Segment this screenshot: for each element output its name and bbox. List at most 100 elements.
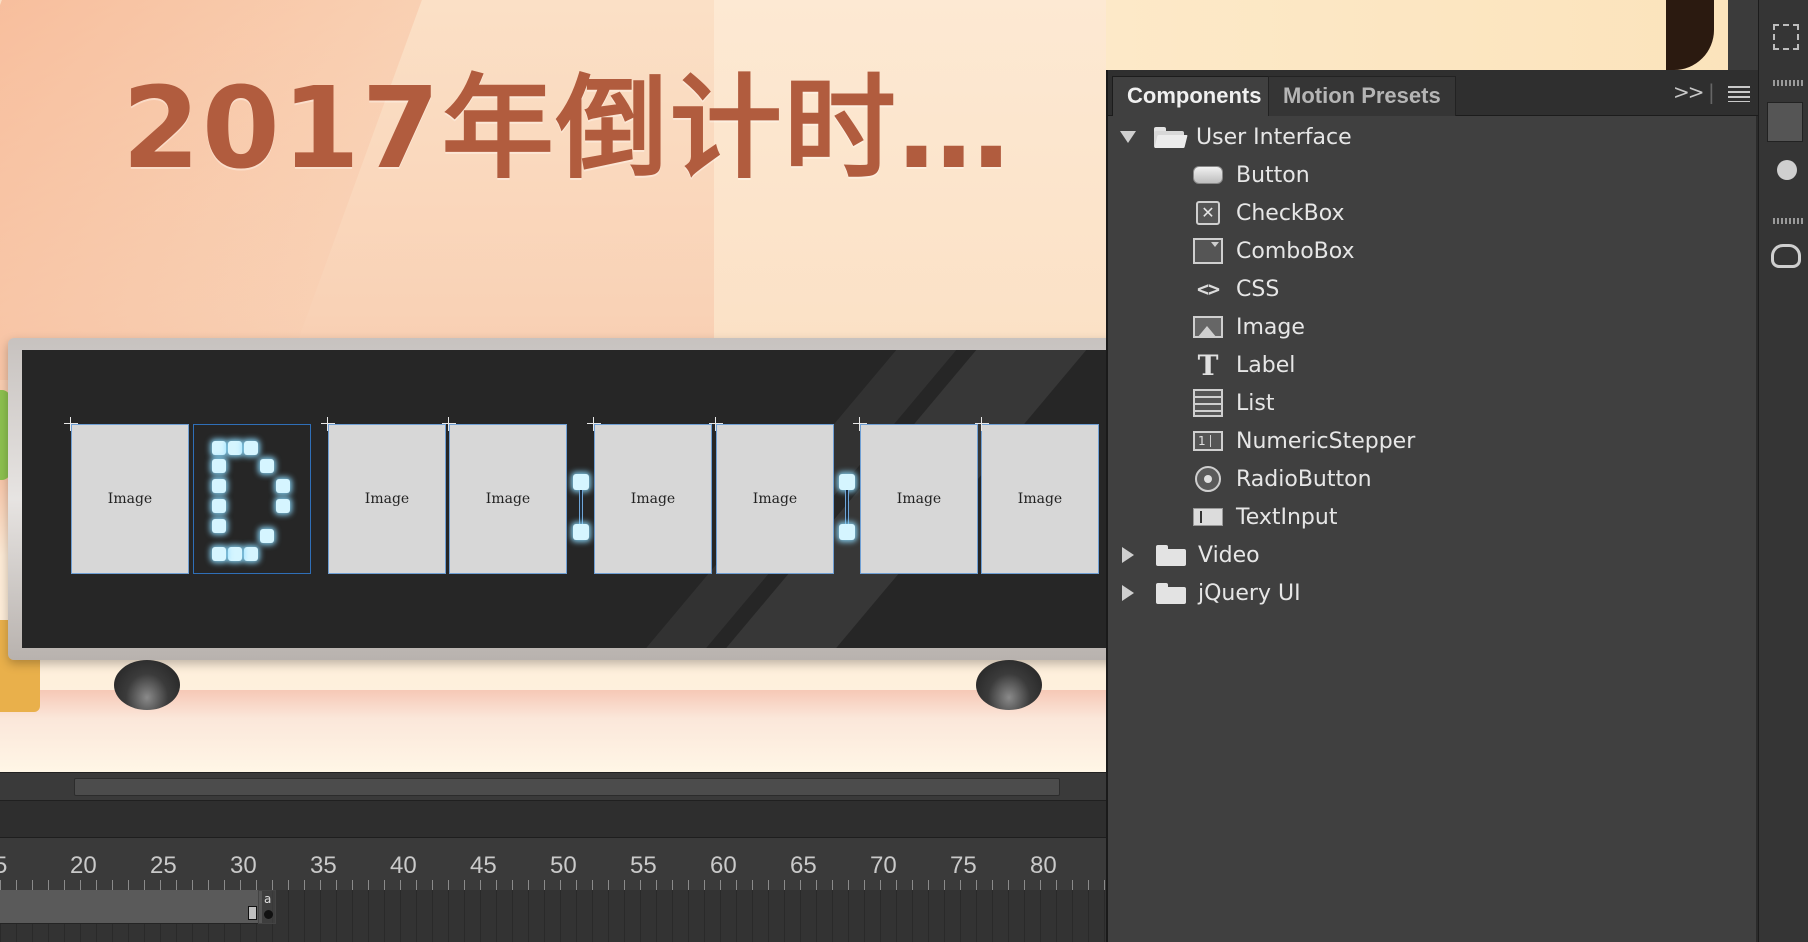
- ruler-label: 35: [310, 852, 337, 879]
- tree-folder-user-interface[interactable]: User Interface: [1120, 120, 1352, 154]
- registration-mark: [587, 417, 601, 431]
- component-label: List: [1236, 390, 1275, 416]
- digit-image-1[interactable]: Image: [71, 424, 189, 574]
- ruler-label: 40: [390, 852, 417, 879]
- component-css[interactable]: <> CSS: [1192, 272, 1279, 306]
- motion-presets-icon[interactable]: [1777, 160, 1797, 180]
- component-label: CheckBox: [1236, 200, 1345, 226]
- collapse-arrow-icon[interactable]: [1122, 547, 1134, 563]
- stage-horizontal-scrollbar[interactable]: [0, 772, 1106, 800]
- timeline-ruler[interactable]: 5 20 25 30 35 40 45 50 55 60 65 70 75 80: [0, 838, 1106, 890]
- component-checkbox[interactable]: ✕ CheckBox: [1192, 196, 1345, 230]
- digit-image-4[interactable]: Image: [449, 424, 567, 574]
- ruler-label: 60: [710, 852, 737, 879]
- cc-libraries-icon[interactable]: [1771, 244, 1801, 268]
- component-numeric-stepper[interactable]: 1 NumericStepper: [1192, 424, 1415, 458]
- led-dot: [212, 459, 226, 473]
- led-dot: [573, 474, 589, 490]
- expand-arrow-icon[interactable]: [1120, 131, 1136, 143]
- ruler-ticks: [0, 880, 1106, 890]
- digit-image-5[interactable]: Image: [594, 424, 712, 574]
- image-icon: [1192, 314, 1224, 340]
- panel-grip-icon: |: [1708, 80, 1715, 104]
- led-dot: [839, 474, 855, 490]
- combobox-icon: [1192, 238, 1224, 264]
- digit-image-6[interactable]: Image: [716, 424, 834, 574]
- led-dot: [244, 441, 258, 455]
- tab-motion-presets[interactable]: Motion Presets: [1268, 76, 1456, 116]
- stage-canvas[interactable]: 2017年倒计时… Image Image Image Image Image …: [0, 0, 1106, 772]
- end-frame-marker[interactable]: [248, 906, 257, 920]
- colon-bar: [579, 490, 583, 526]
- transform-tool-icon[interactable]: [1773, 24, 1799, 50]
- colon-separator-1[interactable]: [571, 474, 591, 542]
- ruler-label: 20: [70, 852, 97, 879]
- ruler-label: 65: [790, 852, 817, 879]
- action-marker: a: [264, 892, 272, 906]
- image-placeholder-label: Image: [752, 491, 798, 507]
- component-label: CSS: [1236, 276, 1280, 302]
- component-label: Image: [1236, 314, 1305, 340]
- image-placeholder-label: Image: [107, 491, 153, 507]
- button-icon: [1192, 162, 1224, 188]
- registration-mark: [975, 417, 989, 431]
- panel-grip[interactable]: [1773, 80, 1803, 86]
- image-placeholder-label: Image: [896, 491, 942, 507]
- css-icon: <>: [1196, 277, 1220, 301]
- registration-mark: [853, 417, 867, 431]
- led-dot: [276, 479, 290, 493]
- led-dot: [212, 479, 226, 493]
- panel-edge: [1728, 0, 1758, 70]
- led-dot: [212, 547, 226, 561]
- tree-folder-video[interactable]: Video: [1120, 538, 1260, 572]
- radio-button-icon: [1192, 466, 1224, 492]
- image-placeholder-label: Image: [485, 491, 531, 507]
- component-button[interactable]: Button: [1192, 158, 1310, 192]
- tree-folder-jquery-ui[interactable]: jQuery UI: [1120, 576, 1301, 610]
- components-panel: Components Motion Presets >> | User Inte…: [1106, 70, 1758, 942]
- digit-image-3[interactable]: Image: [328, 424, 446, 574]
- component-label: TextInput: [1236, 504, 1338, 530]
- digit-image-8[interactable]: Image: [981, 424, 1099, 574]
- image-placeholder-label: Image: [364, 491, 410, 507]
- board-wheel-left: [114, 660, 180, 710]
- component-label: Label: [1236, 352, 1296, 378]
- component-radio-button[interactable]: RadioButton: [1192, 462, 1372, 496]
- folder-icon: [1156, 582, 1186, 604]
- components-panel-icon[interactable]: [1767, 102, 1803, 142]
- panel-grip[interactable]: [1773, 218, 1803, 224]
- led-dot: [573, 524, 589, 540]
- folder-icon: [1156, 544, 1186, 566]
- digit-image-selected[interactable]: [193, 424, 311, 574]
- panel-tab-bar: Components Motion Presets >> |: [1108, 70, 1758, 116]
- collapse-arrow-icon[interactable]: [1122, 585, 1134, 601]
- tab-components[interactable]: Components: [1112, 76, 1277, 116]
- component-text-input[interactable]: TextInput: [1192, 500, 1337, 534]
- timeline-frames[interactable]: a: [0, 890, 1106, 942]
- led-dot: [276, 499, 290, 513]
- colon-separator-2[interactable]: [837, 474, 857, 542]
- led-dot: [228, 441, 242, 455]
- keyframe-dot[interactable]: [264, 910, 273, 919]
- ruler-label: 25: [150, 852, 177, 879]
- checkbox-icon: ✕: [1192, 200, 1224, 226]
- registration-mark: [321, 417, 335, 431]
- component-list[interactable]: List: [1192, 386, 1274, 420]
- ruler-label: 5: [0, 852, 8, 879]
- frame-span[interactable]: [0, 890, 262, 924]
- panel-menu-icon[interactable]: [1728, 86, 1750, 102]
- open-folder-icon: [1154, 126, 1188, 148]
- decoration-dark: [1666, 0, 1714, 70]
- registration-mark: [64, 417, 78, 431]
- ruler-label: 30: [230, 852, 257, 879]
- registration-mark: [709, 417, 723, 431]
- component-label: RadioButton: [1236, 466, 1372, 492]
- component-label[interactable]: T Label: [1192, 348, 1296, 382]
- component-image[interactable]: Image: [1192, 310, 1305, 344]
- scrollbar-thumb[interactable]: [74, 778, 1060, 796]
- component-combobox[interactable]: ComboBox: [1192, 234, 1355, 268]
- led-dot: [212, 499, 226, 513]
- ruler-label: 70: [870, 852, 897, 879]
- digit-image-7[interactable]: Image: [860, 424, 978, 574]
- expand-panel-icon[interactable]: >>: [1673, 80, 1704, 104]
